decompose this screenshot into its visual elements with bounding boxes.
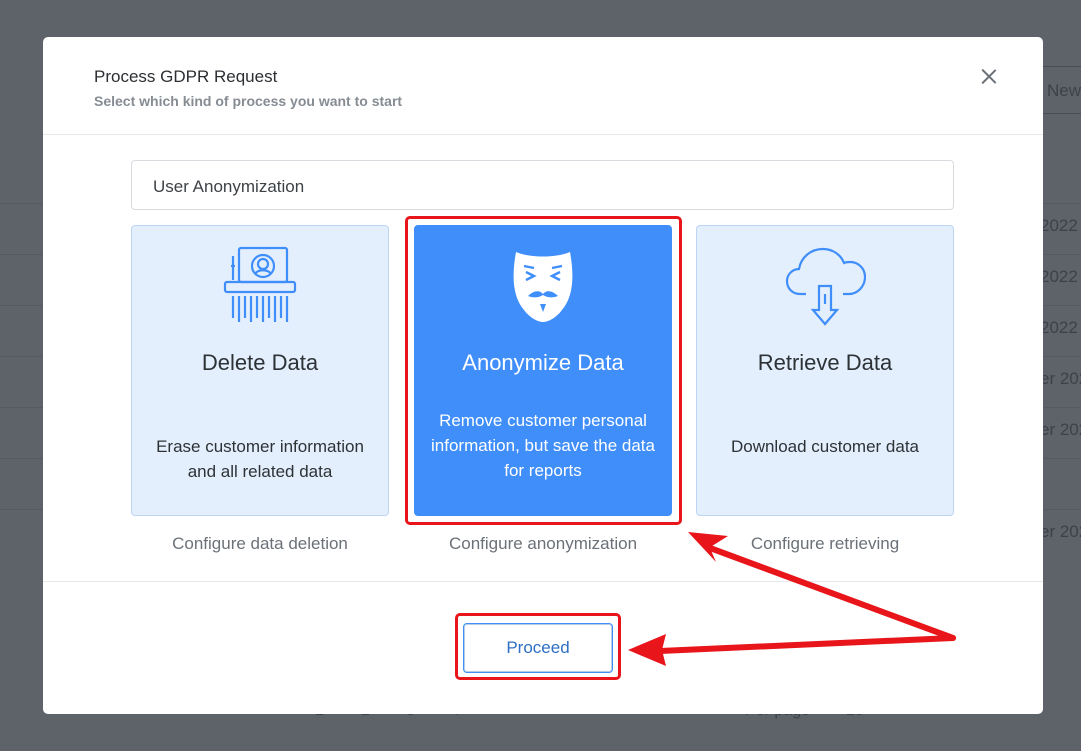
background-date: 2022 bbox=[1040, 216, 1078, 235]
configure-deletion-link[interactable]: Configure data deletion bbox=[131, 534, 389, 554]
card-description: Remove customer personal information, bu… bbox=[431, 411, 655, 480]
card-title: Retrieve Data bbox=[757, 350, 893, 375]
delete-data-card[interactable]: Delete Data Erase customer information a… bbox=[131, 225, 389, 516]
background-date: er 202 bbox=[1040, 522, 1081, 541]
modal-title: Process GDPR Request bbox=[94, 67, 278, 86]
configure-anonymization-link[interactable]: Configure anonymization bbox=[414, 534, 672, 554]
cloud-download-icon bbox=[697, 244, 953, 326]
data-shredder-icon bbox=[132, 244, 388, 326]
background-date: er 202 bbox=[1040, 420, 1081, 439]
background-date: 2022 0 bbox=[1040, 318, 1081, 337]
gdpr-request-modal: Process GDPR Request Select which kind o… bbox=[43, 37, 1043, 714]
card-description: Download customer data bbox=[730, 437, 920, 456]
background-date: 2022 bbox=[1040, 267, 1078, 286]
anonymize-data-card[interactable]: Anonymize Data Remove customer personal … bbox=[414, 225, 672, 516]
proceed-button[interactable]: Proceed bbox=[463, 623, 613, 673]
retrieve-data-card[interactable]: Retrieve Data Download customer data bbox=[696, 225, 954, 516]
anonymous-mask-icon bbox=[415, 244, 671, 326]
modal-footer-divider bbox=[43, 581, 1043, 582]
modal-header: Process GDPR Request Select which kind o… bbox=[43, 37, 1043, 135]
process-type-select[interactable]: User Anonymization bbox=[131, 160, 954, 210]
card-title: Delete Data bbox=[201, 350, 319, 375]
close-icon[interactable] bbox=[979, 67, 999, 87]
card-description: Erase customer information and all relat… bbox=[156, 437, 364, 481]
background-date: er 202 bbox=[1040, 369, 1081, 388]
configure-retrieving-link[interactable]: Configure retrieving bbox=[696, 534, 954, 554]
modal-subtitle: Select which kind of process you want to… bbox=[94, 93, 403, 109]
card-title: Anonymize Data bbox=[462, 350, 624, 375]
